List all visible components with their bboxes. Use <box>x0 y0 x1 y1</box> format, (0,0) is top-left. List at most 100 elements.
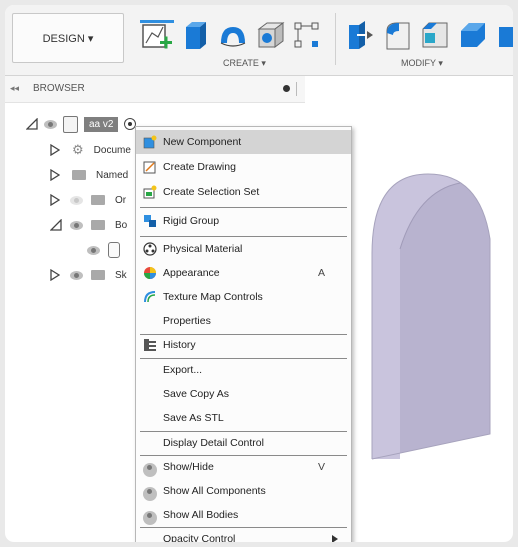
submenu-arrow-icon <box>332 535 338 542</box>
selection-set-icon <box>143 185 157 199</box>
menu-item-new-component[interactable]: New Component <box>136 130 351 154</box>
toolbar-divider <box>335 13 336 65</box>
collapsed-triangle-icon[interactable] <box>50 169 60 181</box>
texture-map-icon <box>144 291 156 303</box>
tree-row-label: Docume <box>93 144 131 156</box>
gear-icon: ⚙ <box>72 142 84 157</box>
menu-item-label: Create Selection Set <box>163 186 260 198</box>
menu-item-show-hide[interactable]: Show/Hide V <box>136 455 351 479</box>
tree-row-label: Or <box>115 194 127 206</box>
menu-item-label: Properties <box>163 315 211 327</box>
browser-header: ◂◂ BROWSER <box>5 76 305 103</box>
tree-root-row[interactable]: aa v2 <box>26 113 137 135</box>
tree-row-origin[interactable]: Or <box>50 189 126 211</box>
menu-item-show-all-bodies[interactable]: Show All Bodies <box>136 503 351 527</box>
expanded-triangle-icon[interactable] <box>50 219 62 231</box>
create-menu-label[interactable]: CREATE ▾ <box>223 58 266 69</box>
extrude-icon[interactable] <box>180 19 210 58</box>
rigid-group-icon <box>144 215 156 227</box>
fillet-icon[interactable] <box>383 19 413 58</box>
chamfer-icon[interactable] <box>419 19 449 58</box>
menu-item-save-as-stl[interactable]: Save As STL <box>136 406 351 430</box>
menu-item-rigid-group[interactable]: Rigid Group <box>136 209 351 233</box>
press-pull-icon[interactable] <box>345 19 375 58</box>
menu-item-save-copy-as[interactable]: Save Copy As <box>136 382 351 406</box>
tree-row-sketches[interactable]: Sk <box>50 264 127 286</box>
pin-icon[interactable] <box>283 85 290 92</box>
visibility-eye-icon[interactable] <box>70 270 83 280</box>
collapsed-triangle-icon[interactable] <box>50 269 60 281</box>
collapsed-triangle-icon[interactable] <box>50 194 60 206</box>
body-icon <box>108 242 120 258</box>
menu-item-texture-map-controls[interactable]: Texture Map Controls <box>136 285 351 309</box>
menu-item-show-all-components[interactable]: Show All Components <box>136 479 351 503</box>
expanded-triangle-icon[interactable] <box>26 118 38 130</box>
menu-item-appearance[interactable]: Appearance A <box>136 261 351 285</box>
eye-icon <box>143 487 157 501</box>
collapse-icon[interactable]: ◂◂ <box>10 83 19 94</box>
tree-row-named-views[interactable]: Named <box>50 164 128 186</box>
folder-icon <box>91 220 105 230</box>
eye-icon <box>143 511 157 525</box>
tree-row-body[interactable] <box>87 239 120 261</box>
folder-icon <box>72 170 86 180</box>
appearance-icon <box>144 267 156 279</box>
menu-item-label: Opacity Control <box>163 533 236 542</box>
menu-item-label: Show All Bodies <box>163 509 239 521</box>
context-menu: New Component Create Drawing Create Sele… <box>135 126 352 542</box>
menu-item-label: Save As STL <box>163 412 224 424</box>
visibility-eye-icon[interactable] <box>70 220 83 230</box>
menu-item-export[interactable]: Export... <box>136 358 351 382</box>
tree-row-label: Bo <box>115 219 128 231</box>
menu-item-history[interactable]: History <box>136 333 351 357</box>
menu-item-label: Show/Hide <box>163 461 214 473</box>
tree-row-label: Sk <box>115 269 127 281</box>
tree-row-bodies[interactable]: Bo <box>50 214 127 236</box>
revolve-icon[interactable] <box>217 19 249 58</box>
menu-item-label: Texture Map Controls <box>163 291 263 303</box>
visibility-eye-icon[interactable] <box>87 245 100 255</box>
tree-row-document-settings[interactable]: ⚙ Docume <box>50 139 131 161</box>
shortcut-key: V <box>318 461 326 473</box>
menu-item-display-detail-control[interactable]: Display Detail Control <box>136 431 351 455</box>
menu-item-create-drawing[interactable]: Create Drawing <box>136 155 351 179</box>
menu-item-label: New Component <box>163 136 242 148</box>
new-component-icon <box>143 135 157 149</box>
workspace-design-button[interactable]: DESIGN ▾ <box>12 13 124 63</box>
tree-row-label: Named <box>96 169 129 181</box>
hidden-eye-icon[interactable] <box>70 195 83 205</box>
browser-title: BROWSER <box>33 83 85 94</box>
box-icon[interactable] <box>255 19 285 58</box>
folder-icon <box>91 195 105 205</box>
collapsed-triangle-icon[interactable] <box>50 144 60 156</box>
menu-item-physical-material[interactable]: Physical Material <box>136 237 351 261</box>
menu-item-label: Physical Material <box>163 243 243 255</box>
panel-grip-icon[interactable] <box>296 82 297 96</box>
folder-icon <box>91 270 105 280</box>
visibility-eye-icon[interactable] <box>44 119 57 129</box>
menu-item-opacity-control[interactable]: Opacity Control <box>136 527 351 542</box>
modify-menu-label[interactable]: MODIFY ▾ <box>401 58 443 69</box>
menu-item-label: Rigid Group <box>163 215 220 227</box>
model-body-shape[interactable] <box>350 169 513 474</box>
menu-item-create-selection-set[interactable]: Create Selection Set <box>136 180 351 204</box>
shortcut-key: A <box>318 267 326 279</box>
menu-item-label: History <box>163 339 196 351</box>
root-component-label[interactable]: aa v2 <box>84 116 119 132</box>
pattern-icon[interactable] <box>292 19 322 58</box>
menu-item-label: Create Drawing <box>163 161 236 173</box>
workspace-label: DESIGN ▾ <box>42 32 94 45</box>
menu-item-properties[interactable]: Properties <box>136 309 351 333</box>
combine-icon[interactable] <box>497 19 513 58</box>
menu-separator <box>140 207 347 208</box>
menu-item-label: Export... <box>163 364 203 376</box>
physical-material-icon <box>143 242 157 256</box>
menu-item-label: Show All Components <box>163 485 266 497</box>
toolbar: DESIGN ▾ CREATE ▾ MODIFY ▾ <box>5 5 513 76</box>
create-sketch-icon[interactable] <box>140 19 174 58</box>
shell-icon[interactable] <box>457 19 487 58</box>
menu-item-label: Save Copy As <box>163 388 229 400</box>
document-icon <box>63 115 78 133</box>
menu-item-label: Appearance <box>163 267 220 279</box>
history-icon <box>144 339 156 351</box>
